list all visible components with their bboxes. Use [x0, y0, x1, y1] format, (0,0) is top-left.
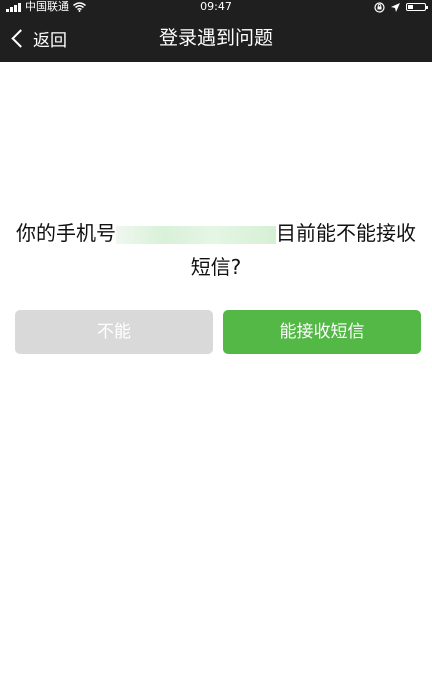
can-receive-sms-button[interactable]: 能接收短信: [223, 310, 421, 354]
status-time: 09:47: [200, 0, 232, 13]
screen: 中国联通 09:47 返回 登录遇到问题 你的手机号 目前能不能接收短信? 不能…: [0, 0, 432, 697]
masked-phone-number: [116, 225, 276, 244]
status-bar: 中国联通 09:47: [0, 0, 432, 14]
question-text: 你的手机号 目前能不能接收短信?: [10, 216, 422, 284]
battery-level: [408, 5, 413, 9]
question-prefix: 你的手机号: [16, 221, 116, 245]
orientation-lock-icon: [374, 1, 385, 13]
cannot-receive-button[interactable]: 不能: [15, 310, 213, 354]
status-right: [374, 0, 428, 14]
page-title: 登录遇到问题: [158, 27, 273, 49]
navigation-bar: 返回 登录遇到问题: [0, 14, 432, 62]
battery-icon: [406, 3, 428, 11]
location-arrow-icon: [391, 2, 400, 12]
